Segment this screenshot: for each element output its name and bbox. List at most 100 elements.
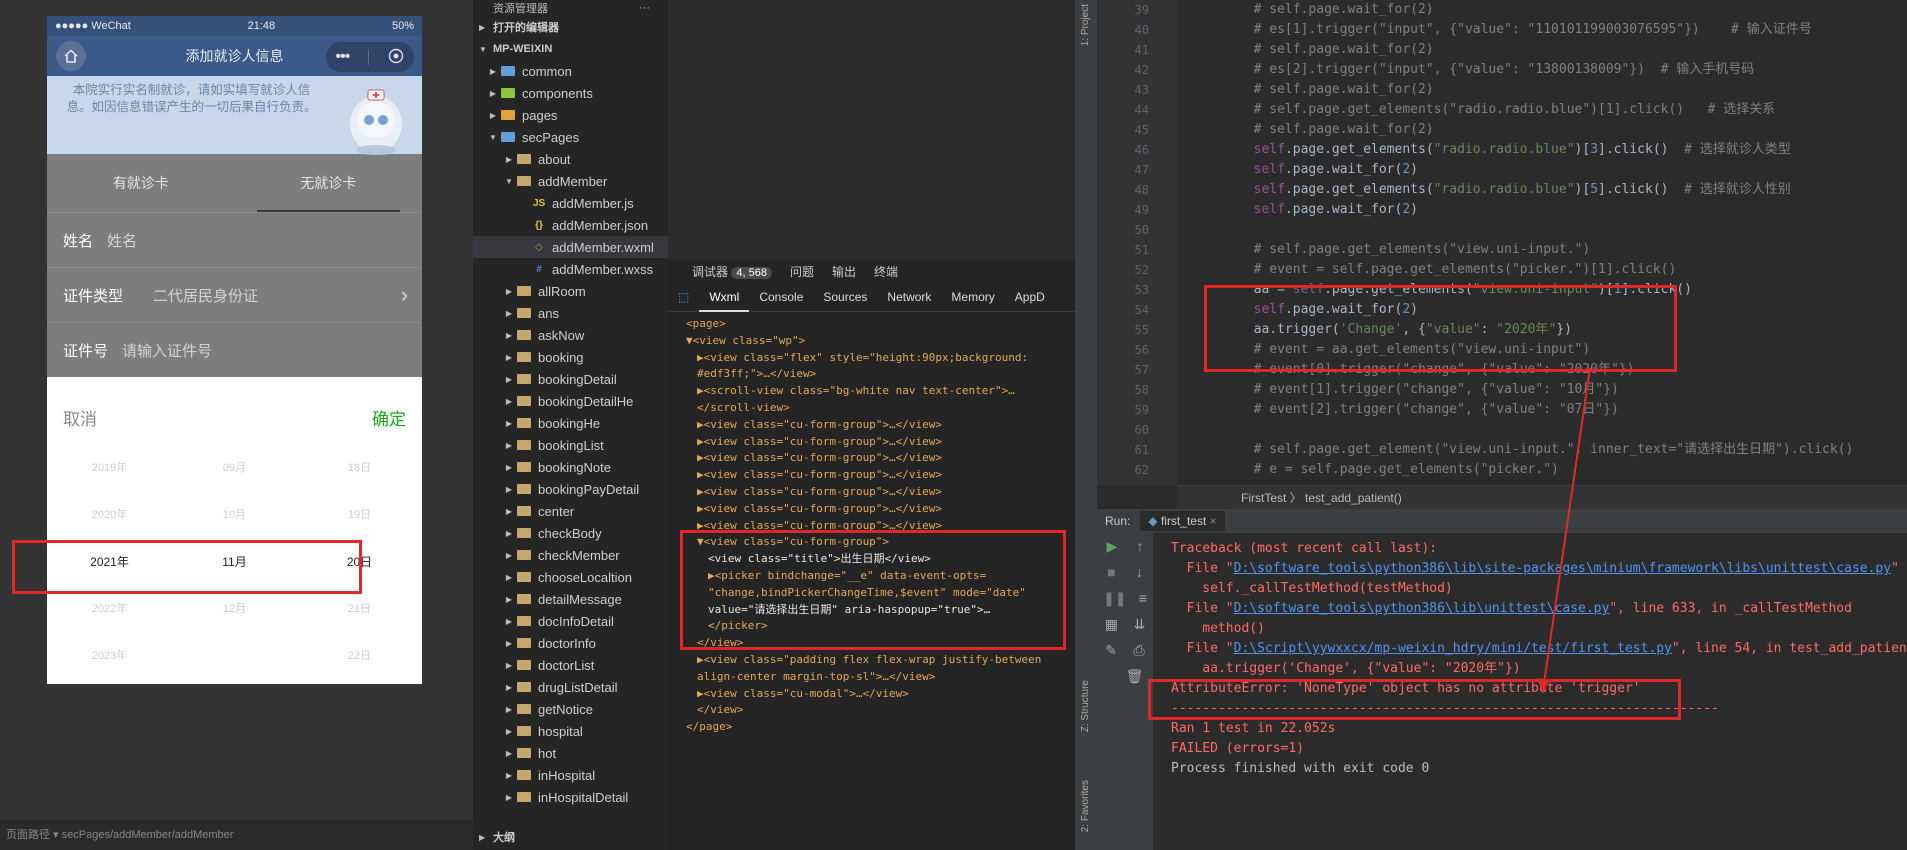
more-dots-icon[interactable]: ••• bbox=[336, 48, 351, 66]
tab-output[interactable]: 输出 bbox=[832, 263, 856, 280]
picker-month[interactable]: 10月 bbox=[172, 492, 297, 539]
tab-terminal[interactable]: 终端 bbox=[874, 263, 898, 280]
tree-item[interactable]: ▶ checkMember bbox=[473, 544, 668, 566]
tree-item[interactable]: ▼ secPages bbox=[473, 126, 668, 148]
tree-item[interactable]: # addMember.wxss bbox=[473, 258, 668, 280]
code-line[interactable]: # event[1].trigger("change", {"value": "… bbox=[1177, 380, 1907, 400]
inspect-icon[interactable]: ⬚ bbox=[668, 290, 699, 304]
side-tab-favorites[interactable]: 2: Favorites bbox=[1080, 780, 1091, 832]
tab-sources[interactable]: Sources bbox=[813, 290, 877, 304]
run-tab[interactable]: ◆ first_test × bbox=[1140, 511, 1225, 531]
code-line[interactable]: self.page.wait_for(2) bbox=[1177, 160, 1907, 180]
tab-has-card[interactable]: 有就诊卡 bbox=[47, 154, 235, 212]
picker-row[interactable]: 2019年 09月 18日 bbox=[47, 445, 422, 492]
picker-confirm-button[interactable]: 确定 bbox=[372, 405, 406, 430]
close-icon[interactable]: × bbox=[1210, 514, 1217, 528]
tree-item[interactable]: ▶ docInfoDetail bbox=[473, 610, 668, 632]
tab-console[interactable]: Console bbox=[749, 290, 813, 304]
close-circle-icon[interactable] bbox=[388, 48, 404, 67]
tree-item[interactable]: ▶ inHospital bbox=[473, 764, 668, 786]
wxml-node[interactable]: #edf3ff;">…</view> bbox=[686, 366, 1075, 383]
id-type-field[interactable]: 证件类型 二代居民身份证 › bbox=[47, 267, 422, 322]
tree-item[interactable]: ▶ inHospitalDetail bbox=[473, 786, 668, 808]
tree-item[interactable]: ▼ addMember bbox=[473, 170, 668, 192]
code-line[interactable]: # self.page.get_elements("view.uni-input… bbox=[1177, 240, 1907, 260]
name-field[interactable]: 姓名 姓名 bbox=[47, 212, 422, 267]
tab-problems[interactable]: 问题 bbox=[790, 263, 814, 280]
capsule-menu[interactable]: ••• bbox=[326, 42, 414, 72]
code-line[interactable]: # e = self.page.get_elements("picker.") bbox=[1177, 460, 1907, 480]
file-link[interactable]: D:\software_tools\python386\lib\unittest… bbox=[1234, 601, 1610, 616]
tree-item[interactable]: ▶ common bbox=[473, 60, 668, 82]
code-line[interactable]: # self.page.wait_for(2) bbox=[1177, 40, 1907, 60]
code-line[interactable]: # self.page.get_elements("radio.radio.bl… bbox=[1177, 100, 1907, 120]
picker-day[interactable]: 18日 bbox=[297, 445, 422, 492]
wxml-node[interactable]: </scroll-view> bbox=[686, 400, 1075, 417]
code-line[interactable]: # es[2].trigger("input", {"value": "1380… bbox=[1177, 60, 1907, 80]
code-line[interactable]: # event = self.page.get_elements("picker… bbox=[1177, 260, 1907, 280]
picker-year[interactable]: 2020年 bbox=[47, 492, 172, 539]
tree-item[interactable]: ▶ ans bbox=[473, 302, 668, 324]
wxml-node[interactable]: ▼<view class="wp"> bbox=[686, 333, 1075, 350]
more-actions-icon[interactable]: ··· bbox=[639, 2, 650, 14]
wxml-node[interactable]: ▶<view class="cu-form-group">…</view> bbox=[686, 450, 1075, 467]
tree-item[interactable]: ▶ allRoom bbox=[473, 280, 668, 302]
wxml-node[interactable]: </page> bbox=[686, 719, 1075, 736]
tree-item[interactable]: {} addMember.json bbox=[473, 214, 668, 236]
name-input[interactable]: 姓名 bbox=[107, 230, 137, 251]
wxml-node[interactable]: ▶<view class="cu-form-group">…</view> bbox=[686, 467, 1075, 484]
project-section[interactable]: ▼ MP-WEIXIN bbox=[473, 38, 668, 60]
tree-item[interactable]: ▶ doctorInfo bbox=[473, 632, 668, 654]
tree-item[interactable]: ▶ pages bbox=[473, 104, 668, 126]
picker-month[interactable]: 09月 bbox=[172, 445, 297, 492]
id-type-value[interactable]: 二代居民身份证 bbox=[153, 285, 258, 306]
wxml-node[interactable]: ▶<view class="cu-form-group">…</view> bbox=[686, 434, 1075, 451]
tree-item[interactable]: ▶ about bbox=[473, 148, 668, 170]
picker-cancel-button[interactable]: 取消 bbox=[63, 405, 97, 430]
tree-item[interactable]: ▶ bookingNote bbox=[473, 456, 668, 478]
tree-item[interactable]: ▶ getNotice bbox=[473, 698, 668, 720]
tree-item[interactable]: ▶ askNow bbox=[473, 324, 668, 346]
tree-item[interactable]: ▶ booking bbox=[473, 346, 668, 368]
wxml-node[interactable]: <page> bbox=[686, 316, 1075, 333]
code-line[interactable]: # self.page.wait_for(2) bbox=[1177, 80, 1907, 100]
tree-item[interactable]: ▶ hot bbox=[473, 742, 668, 764]
wxml-node[interactable]: align-center margin-top-sl">…</view> bbox=[686, 669, 1075, 686]
tree-item[interactable]: ▶ bookingDetail bbox=[473, 368, 668, 390]
code-line[interactable]: self.page.get_elements("radio.radio.blue… bbox=[1177, 140, 1907, 160]
open-editors-section[interactable]: ▶ 打开的编辑器 bbox=[473, 16, 668, 38]
outline-section[interactable]: ▶ 大纲 bbox=[473, 826, 515, 848]
tab-no-card[interactable]: 无就诊卡 bbox=[235, 154, 423, 212]
picker-day[interactable]: 19日 bbox=[297, 492, 422, 539]
id-number-input[interactable]: 请输入证件号 bbox=[122, 340, 212, 361]
breadcrumb[interactable]: FirstTest 〉 test_add_patient() bbox=[1177, 485, 1907, 509]
picker-row[interactable]: 2020年 10月 19日 bbox=[47, 492, 422, 539]
tree-item[interactable]: ▶ chooseLocaltion bbox=[473, 566, 668, 588]
wxml-node[interactable]: ▶<view class="flex" style="height:90px;b… bbox=[686, 350, 1075, 367]
wxml-node[interactable]: ▶<view class="cu-form-group">…</view> bbox=[686, 501, 1075, 518]
tree-item[interactable]: ▶ bookingDetailHe bbox=[473, 390, 668, 412]
file-link[interactable]: D:\software_tools\python386\lib\site-pac… bbox=[1234, 561, 1891, 576]
picker-day[interactable]: 22日 bbox=[297, 633, 422, 673]
picker-row[interactable]: 2023年 22日 bbox=[47, 633, 422, 673]
home-button[interactable] bbox=[56, 41, 86, 71]
code-line[interactable]: # self.page.get_element("view.uni-input.… bbox=[1177, 440, 1907, 460]
wxml-node[interactable]: </view> bbox=[686, 702, 1075, 719]
id-number-field[interactable]: 证件号 请输入证件号 bbox=[47, 322, 422, 377]
wxml-node[interactable]: ▶<view class="cu-modal">…</view> bbox=[686, 686, 1075, 703]
wxml-node[interactable]: ▶<scroll-view class="bg-white nav text-c… bbox=[686, 383, 1075, 400]
code-line[interactable]: self.page.get_elements("radio.radio.blue… bbox=[1177, 180, 1907, 200]
tab-memory[interactable]: Memory bbox=[941, 290, 1004, 304]
tree-item[interactable]: ▶ drugListDetail bbox=[473, 676, 668, 698]
wxml-node[interactable]: ▶<view class="cu-form-group">…</view> bbox=[686, 484, 1075, 501]
tree-item[interactable]: ▶ checkBody bbox=[473, 522, 668, 544]
tab-debugger[interactable]: 调试器 4, 568 bbox=[692, 263, 772, 280]
tree-item[interactable]: ▶ components bbox=[473, 82, 668, 104]
tree-item[interactable]: ◇ addMember.wxml bbox=[473, 236, 668, 258]
code-line[interactable]: # self.page.wait_for(2) bbox=[1177, 120, 1907, 140]
tree-item[interactable]: ▶ doctorList bbox=[473, 654, 668, 676]
code-line[interactable] bbox=[1177, 220, 1907, 240]
file-link[interactable]: D:\Script\yywxxcx/mp-weixin_hdry/mini/te… bbox=[1234, 641, 1672, 656]
wxml-node[interactable]: ▶<view class="cu-form-group">…</view> bbox=[686, 417, 1075, 434]
code-line[interactable] bbox=[1177, 420, 1907, 440]
